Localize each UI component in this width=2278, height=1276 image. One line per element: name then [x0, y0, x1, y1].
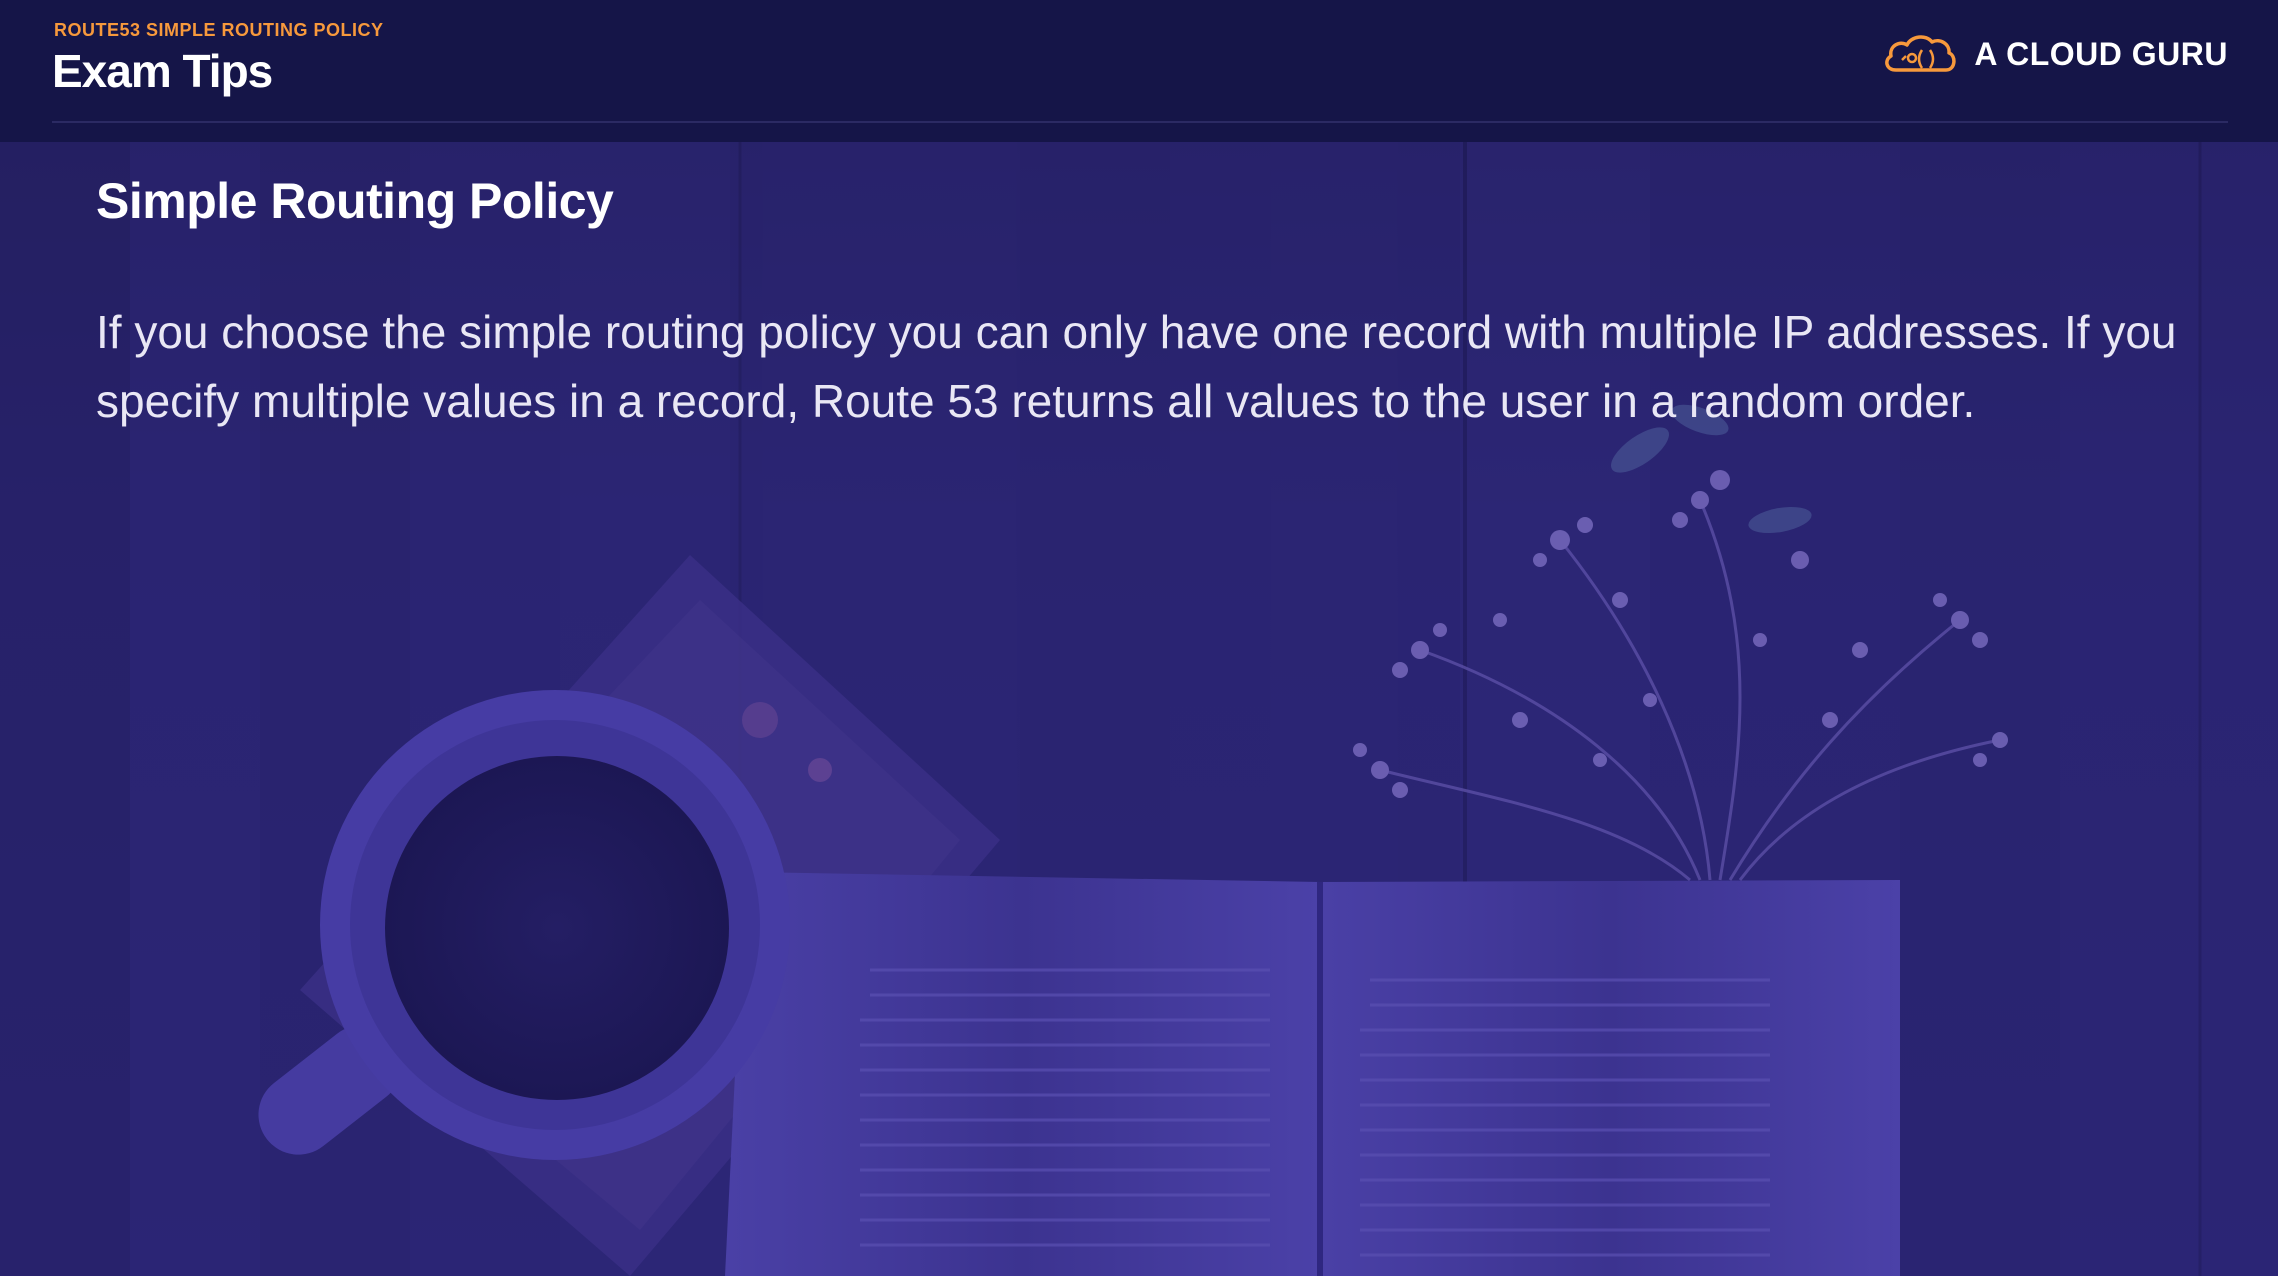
header-divider: [52, 121, 2228, 123]
main-content: Simple Routing Policy If you choose the …: [96, 172, 2216, 436]
section-title: Simple Routing Policy: [96, 173, 614, 229]
body-text: If you choose the simple routing policy …: [96, 306, 2177, 427]
cloud-logo-icon: [1885, 35, 1956, 72]
brand-name: A CLOUD GURU: [1974, 35, 2228, 72]
header-kicker: ROUTE53 SIMPLE ROUTING POLICY: [54, 20, 384, 40]
open-book-icon: [725, 872, 1900, 1276]
page-title: Exam Tips: [52, 45, 273, 97]
header-bar: ROUTE53 SIMPLE ROUTING POLICY Exam Tips …: [0, 0, 2278, 142]
slide: ROUTE53 SIMPLE ROUTING POLICY Exam Tips …: [0, 0, 2278, 1276]
brand: A CLOUD GURU: [1882, 30, 2228, 78]
